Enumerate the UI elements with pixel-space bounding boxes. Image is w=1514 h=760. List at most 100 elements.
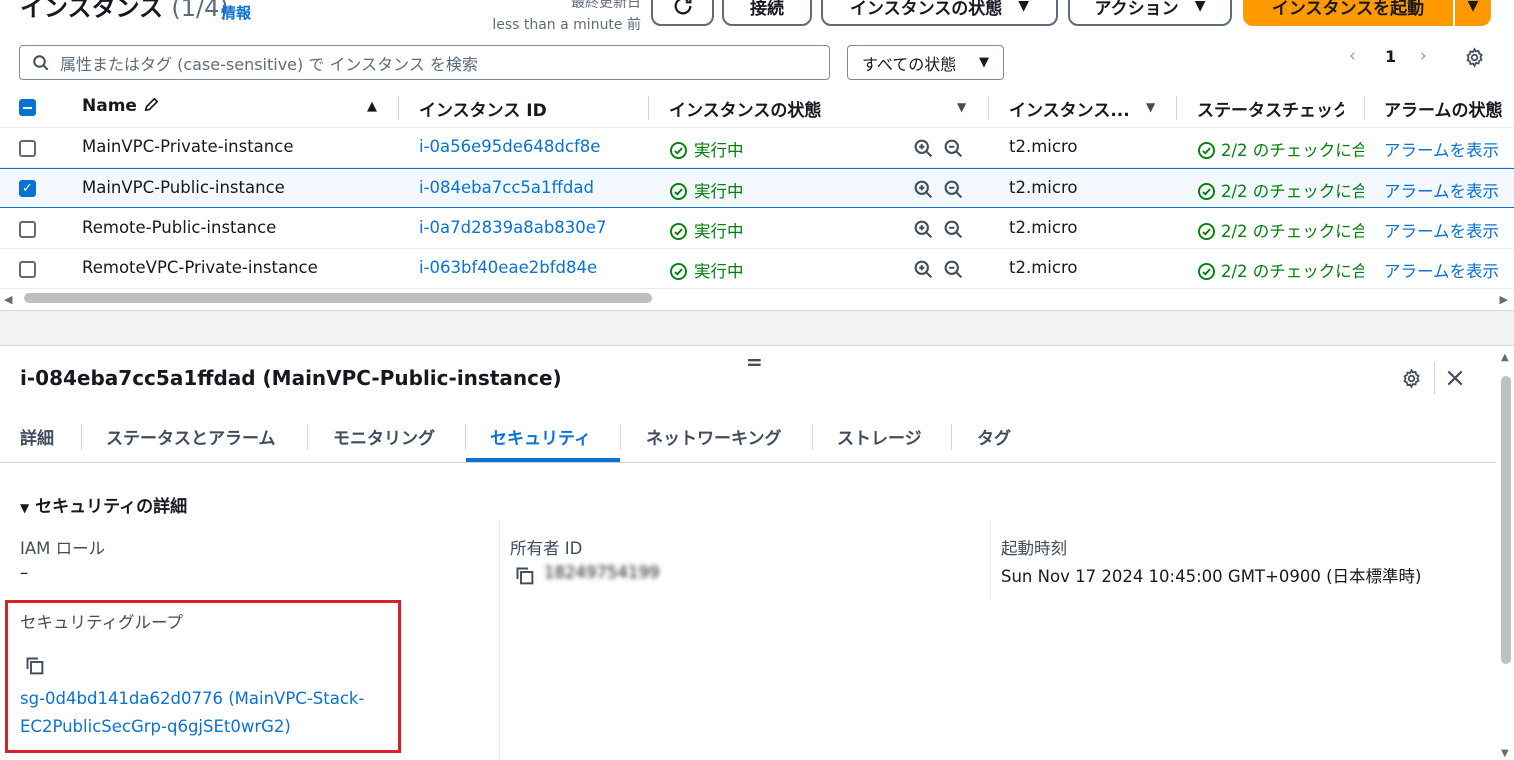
tab-divider [307, 424, 308, 450]
vertical-scroll-thumb[interactable] [1501, 376, 1511, 664]
column-divider[interactable] [398, 96, 399, 120]
search-input[interactable]: 属性またはタグ (case-sensitive) で インスタンス を検索 [19, 45, 830, 80]
close-panel-button[interactable] [1445, 368, 1465, 392]
zoom-out-button[interactable] [943, 179, 964, 204]
tab-storage[interactable]: ストレージ [837, 424, 922, 449]
page-title: インスタンス (1/4) [20, 0, 229, 23]
owner-id-label: 所有者 ID [510, 539, 583, 558]
tab-networking[interactable]: ネットワーキング [646, 424, 782, 449]
refresh-button[interactable] [651, 0, 714, 26]
connect-button[interactable]: 接続 [722, 0, 812, 26]
section-title-text: セキュリティの詳細 [35, 497, 188, 517]
current-page[interactable]: 1 [1385, 47, 1396, 66]
instance-state-text: 実行中 [694, 141, 744, 160]
zoom-in-button[interactable] [913, 259, 934, 284]
drag-handle-icon[interactable]: = [746, 350, 763, 374]
column-header-instance-id[interactable]: インスタンス ID [419, 96, 547, 121]
split-panel-divider[interactable] [0, 310, 1514, 346]
zoom-out-button[interactable] [943, 138, 964, 163]
zoom-in-icon [914, 220, 933, 239]
column-divider[interactable] [648, 96, 649, 120]
scroll-down-icon[interactable]: ▼ [1501, 748, 1509, 759]
check-circle-icon [670, 223, 687, 240]
filter-caret-icon[interactable]: ▼ [1146, 100, 1155, 114]
iam-role-label: IAM ロール [20, 539, 106, 558]
column-header-status-check[interactable]: ステータスチェック [1197, 96, 1344, 121]
row-checkbox[interactable]: ✓ [19, 180, 36, 197]
settings-icon [1466, 47, 1483, 68]
zoom-in-icon [914, 180, 933, 199]
check-circle-icon [1198, 183, 1215, 200]
zoom-in-button[interactable] [913, 219, 934, 244]
column-divider[interactable] [1364, 96, 1365, 120]
column-divider[interactable] [1176, 96, 1177, 120]
instance-state-button[interactable]: インスタンスの状態 ▼ [821, 0, 1058, 26]
scroll-up-icon[interactable]: ▲ [1501, 352, 1509, 363]
zoom-out-icon [944, 139, 963, 158]
table-settings-button[interactable] [1464, 47, 1485, 72]
instance-state: 実行中 [669, 218, 744, 242]
filter-caret-icon[interactable]: ▼ [957, 100, 966, 114]
instance-id-link[interactable]: i-063bf40eae2bfd84e [419, 258, 597, 277]
next-page-icon[interactable]: › [1420, 46, 1427, 66]
column-divider[interactable] [988, 96, 989, 120]
launch-instance-label: インスタンスを起動 [1271, 0, 1425, 19]
launch-instance-button[interactable]: インスタンスを起動 [1243, 0, 1453, 26]
page-title-text: インスタンス [20, 0, 164, 22]
zoom-out-button[interactable] [943, 219, 964, 244]
column-divider [499, 520, 500, 760]
check-circle-icon [670, 142, 687, 159]
tab-status-alarms[interactable]: ステータスとアラーム [106, 424, 276, 449]
tab-divider [465, 424, 466, 450]
row-checkbox[interactable] [19, 140, 36, 157]
zoom-in-button[interactable] [913, 138, 934, 163]
zoom-in-icon [914, 260, 933, 279]
tab-monitoring[interactable]: モニタリング [333, 424, 435, 449]
table-row[interactable]: RemoteVPC-Private-instance i-063bf40eae2b… [0, 249, 1514, 289]
iam-role-value: – [20, 563, 29, 582]
column-header-instance-type[interactable]: インスタンス... [1009, 96, 1130, 121]
zoom-in-icon [914, 139, 933, 158]
zoom-out-button[interactable] [943, 259, 964, 284]
sort-ascending-icon[interactable]: ▲ [367, 99, 377, 114]
tab-details[interactable]: 詳細 [20, 424, 54, 449]
column-header-alarm-status[interactable]: アラームの状態 [1384, 96, 1514, 121]
instance-id-link[interactable]: i-0a56e95de648dcf8e [419, 137, 600, 156]
tab-tags[interactable]: タグ [977, 424, 1011, 449]
row-checkbox[interactable] [19, 221, 36, 238]
instance-name: RemoteVPC-Private-instance [82, 258, 318, 277]
security-details-toggle[interactable]: ▼ セキュリティの詳細 [20, 492, 187, 517]
owner-id-value: 18249754199 [544, 563, 660, 582]
info-link[interactable]: 情報 [221, 2, 251, 23]
view-alarms-link[interactable]: アラームを表示 [1384, 178, 1514, 202]
view-alarms-link[interactable]: アラームを表示 [1384, 218, 1514, 242]
copy-owner-id-button[interactable] [514, 565, 535, 590]
instance-name: Remote-Public-instance [82, 218, 277, 237]
instance-id-link[interactable]: i-0a7d2839a8ab830e7 [419, 218, 606, 237]
check-circle-icon [1198, 223, 1215, 240]
instance-id-link[interactable]: i-084eba7cc5a1ffdad [419, 178, 594, 197]
row-checkbox[interactable] [19, 261, 36, 278]
column-header-name[interactable]: Name [82, 96, 160, 116]
launch-dropdown-button[interactable]: ▼ [1455, 0, 1491, 26]
view-alarms-link[interactable]: アラームを表示 [1384, 137, 1514, 161]
actions-button[interactable]: アクション ▼ [1068, 0, 1232, 26]
instance-state: 実行中 [669, 258, 744, 282]
last-updated: 最終更新日 less than a minute 前 [492, 0, 641, 36]
column-header-instance-state[interactable]: インスタンスの状態 [669, 96, 821, 121]
header-divider [1434, 362, 1435, 394]
scroll-right-icon[interactable]: ▶ [1500, 293, 1508, 306]
status-check-text: 2/2 のチェックに合 [1221, 141, 1364, 160]
view-alarms-link[interactable]: アラームを表示 [1384, 258, 1514, 282]
table-row[interactable]: ✓ MainVPC-Public-instance i-084eba7cc5a1ff… [0, 168, 1514, 208]
tab-security[interactable]: セキュリティ [490, 424, 591, 449]
scroll-left-icon[interactable]: ◀ [4, 293, 12, 306]
table-row[interactable]: MainVPC-Private-instance i-0a56e95de648dc… [0, 128, 1514, 168]
previous-page-icon[interactable]: ‹ [1349, 46, 1356, 66]
select-all-checkbox[interactable] [19, 99, 36, 116]
panel-settings-button[interactable] [1401, 368, 1422, 393]
horizontal-scroll-thumb[interactable] [24, 293, 652, 303]
table-row[interactable]: Remote-Public-instance i-0a7d2839a8ab830e… [0, 209, 1514, 249]
zoom-in-button[interactable] [913, 179, 934, 204]
state-filter-select[interactable]: すべての状態 ▼ [847, 45, 1004, 80]
